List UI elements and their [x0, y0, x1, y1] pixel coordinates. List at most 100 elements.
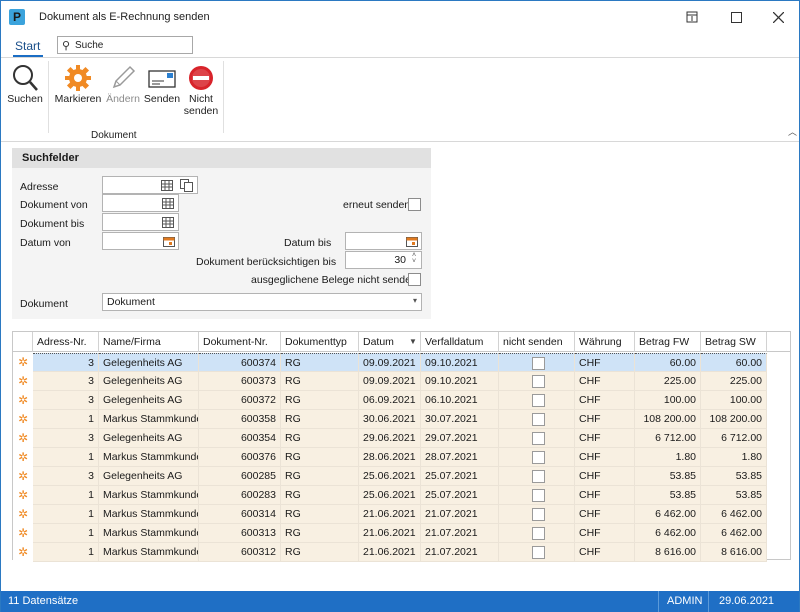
- table-cell-name: Markus Stammkunde: [99, 543, 199, 562]
- nicht-senden-checkbox[interactable]: [532, 357, 545, 370]
- column-header[interactable]: Dokument-Nr.: [199, 332, 281, 352]
- table-cell-sw: 60.00: [701, 353, 767, 372]
- table-row[interactable]: ✲ 3 Gelegenheits AG 600285 RG 25.06.2021 25.07…: [13, 467, 790, 486]
- table-row[interactable]: ✲ 1 Markus Stammkunde 600283 RG 25.06.2021 25.…: [13, 486, 790, 505]
- dokument-select[interactable]: Dokument ▾: [102, 293, 422, 311]
- beruecksichtigen-input[interactable]: 30: [345, 251, 422, 269]
- tab-start[interactable]: Start: [15, 39, 40, 53]
- row-marker-icon[interactable]: ✲: [13, 467, 33, 486]
- nicht-senden-checkbox[interactable]: [532, 375, 545, 388]
- table-row[interactable]: ✲ 1 Markus Stammkunde 600313 RG 21.06.2021 21.…: [13, 524, 790, 543]
- column-header[interactable]: Betrag FW: [635, 332, 701, 352]
- row-marker-icon[interactable]: ✲: [13, 429, 33, 448]
- spin-buttons[interactable]: ˄ ˅: [412, 252, 416, 265]
- maximize-button[interactable]: [713, 1, 759, 33]
- ribbon-search-input[interactable]: ⚲ Suche: [57, 36, 193, 54]
- close-button[interactable]: [755, 1, 800, 33]
- sort-desc-icon[interactable]: ▼: [409, 337, 417, 346]
- table-row[interactable]: ✲ 1 Markus Stammkunde 600376 RG 28.06.2021 28.…: [13, 448, 790, 467]
- row-marker-icon[interactable]: ✲: [13, 543, 33, 562]
- column-header[interactable]: Dokumenttyp: [281, 332, 359, 352]
- nicht-senden-checkbox[interactable]: [532, 508, 545, 521]
- table-picker-icon[interactable]: [161, 180, 173, 191]
- table-row[interactable]: ✲ 3 Gelegenheits AG 600372 RG 06.09.2021 06.10…: [13, 391, 790, 410]
- row-marker-icon[interactable]: ✲: [13, 486, 33, 505]
- nicht-senden-checkbox[interactable]: [532, 470, 545, 483]
- nicht-senden-checkbox[interactable]: [532, 489, 545, 502]
- pencil-icon: [112, 65, 136, 89]
- table-row[interactable]: ✲ 1 Markus Stammkunde 600312 RG 21.06.2021 21.…: [13, 543, 790, 562]
- dokument-select-value: Dokument: [107, 296, 155, 308]
- calendar-icon[interactable]: [163, 236, 175, 247]
- table-cell-sw: 6 462.00: [701, 524, 767, 543]
- suchen-label: Suchen: [7, 93, 43, 105]
- table-cell-verfall: 28.07.2021: [421, 448, 499, 467]
- table-row[interactable]: ✲ 3 Gelegenheits AG 600374 RG 09.09.2021 09.10…: [13, 353, 790, 372]
- nicht-senden-checkbox[interactable]: [532, 527, 545, 540]
- close-icon: [772, 11, 784, 23]
- table-cell-adr: 1: [33, 410, 99, 429]
- table-cell-fw: 60.00: [635, 353, 701, 372]
- nicht-senden-checkbox[interactable]: [532, 451, 545, 464]
- table-row[interactable]: ✲ 3 Gelegenheits AG 600354 RG 29.06.2021 29.07…: [13, 429, 790, 448]
- markieren-button[interactable]: Markieren: [53, 63, 103, 105]
- table-cell-fw: 1.80: [635, 448, 701, 467]
- table-cell-adr: 1: [33, 505, 99, 524]
- aendern-button[interactable]: Ändern: [105, 63, 141, 105]
- table-picker-icon[interactable]: [162, 198, 174, 209]
- table-cell-waehrung: CHF: [575, 353, 635, 372]
- calendar-icon[interactable]: [406, 236, 418, 247]
- table-cell-verfall: 09.10.2021: [421, 353, 499, 372]
- table-cell-name: Markus Stammkunde: [99, 505, 199, 524]
- restore-pin-button[interactable]: [669, 1, 715, 33]
- ribbon-bottom-divider: [1, 141, 799, 142]
- dokument-label: Dokument: [20, 298, 68, 310]
- erneut-senden-checkbox[interactable]: [408, 198, 421, 211]
- nicht-senden-cell: [499, 486, 575, 505]
- table-cell-typ: RG: [281, 391, 359, 410]
- column-header[interactable]: Währung: [575, 332, 635, 352]
- nicht-senden-cell: [499, 448, 575, 467]
- table-cell-adr: 3: [33, 391, 99, 410]
- table-row[interactable]: ✲ 1 Markus Stammkunde 600358 RG 30.06.2021 30.…: [13, 410, 790, 429]
- search-placeholder: Suche: [75, 40, 104, 51]
- nicht-senden-cell: [499, 372, 575, 391]
- column-header[interactable]: Adress-Nr.: [33, 332, 99, 352]
- table-cell-dok: 600314: [199, 505, 281, 524]
- row-marker-icon[interactable]: ✲: [13, 372, 33, 391]
- row-marker-icon[interactable]: ✲: [13, 410, 33, 429]
- column-header[interactable]: Name/Firma: [99, 332, 199, 352]
- column-header[interactable]: Betrag SW: [701, 332, 767, 352]
- suchen-button[interactable]: Suchen: [5, 63, 45, 105]
- table-cell-name: Gelegenheits AG: [99, 391, 199, 410]
- table-cell-waehrung: CHF: [575, 505, 635, 524]
- ausgeglichen-checkbox[interactable]: [408, 273, 421, 286]
- table-cell-datum: 25.06.2021: [359, 467, 421, 486]
- table-cell-datum: 30.06.2021: [359, 410, 421, 429]
- nicht-senden-button[interactable]: Nicht senden: [183, 63, 219, 117]
- datum-bis-label: Datum bis: [284, 237, 332, 249]
- row-marker-icon[interactable]: ✲: [13, 505, 33, 524]
- table-cell-dok: 600373: [199, 372, 281, 391]
- nicht-senden-checkbox[interactable]: [532, 546, 545, 559]
- table-cell-typ: RG: [281, 353, 359, 372]
- title-bar: P Dokument als E-Rechnung senden: [1, 1, 799, 33]
- nicht-senden-checkbox[interactable]: [532, 394, 545, 407]
- row-marker-icon[interactable]: ✲: [13, 524, 33, 543]
- collapse-ribbon-icon[interactable]: ︿: [788, 125, 797, 138]
- status-user: ADMIN: [667, 595, 703, 607]
- table-row[interactable]: ✲ 3 Gelegenheits AG 600373 RG 09.09.2021 09.10…: [13, 372, 790, 391]
- table-picker-icon[interactable]: [162, 217, 174, 228]
- column-header[interactable]: Verfalldatum: [421, 332, 499, 352]
- row-marker-icon[interactable]: ✲: [13, 448, 33, 467]
- table-row[interactable]: ✲ 1 Markus Stammkunde 600314 RG 21.06.2021 21.…: [13, 505, 790, 524]
- copy-icon[interactable]: [180, 179, 193, 192]
- senden-button[interactable]: Senden: [143, 63, 181, 105]
- row-marker-icon[interactable]: ✲: [13, 353, 33, 372]
- row-marker-icon[interactable]: ✲: [13, 391, 33, 410]
- app-logo-icon: P: [9, 9, 25, 25]
- column-header[interactable]: nicht senden: [499, 332, 575, 352]
- nicht-senden-checkbox[interactable]: [532, 432, 545, 445]
- table-cell-typ: RG: [281, 505, 359, 524]
- nicht-senden-checkbox[interactable]: [532, 413, 545, 426]
